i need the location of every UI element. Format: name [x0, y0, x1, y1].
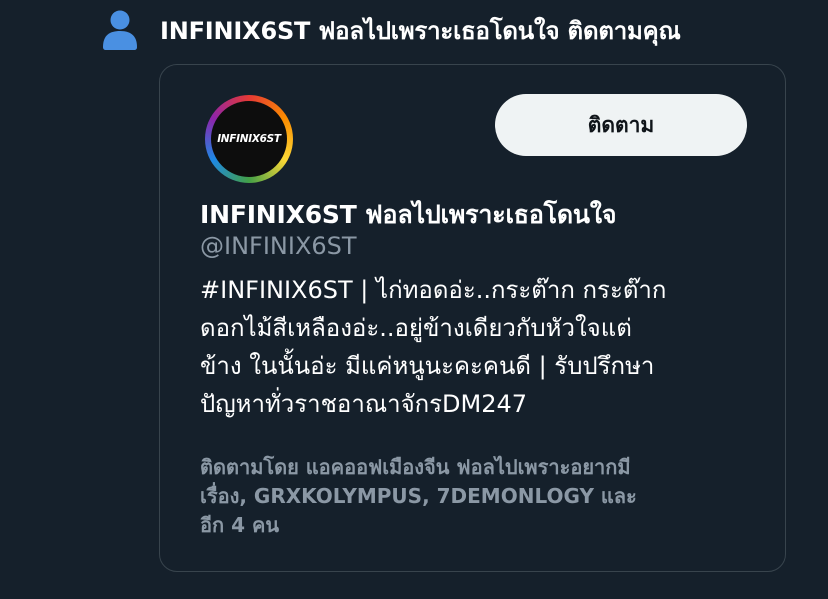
followed-by-line: ติดตามโดย แอคออฟเมืองจีน ฟอลไปเพราะอยากม…	[200, 455, 631, 479]
follow-notification-header: INFINIX6ST ฟอลไปเพราะเธอโดนใจ ติดตามคุณ	[102, 6, 681, 54]
bio-line: ปัญหาทั่วราชอาณาจักรDM247	[200, 390, 528, 418]
notification-text[interactable]: INFINIX6ST ฟอลไปเพราะเธอโดนใจ ติดตามคุณ	[160, 11, 681, 50]
followed-by-line: อีก 4 คน	[200, 513, 280, 537]
user-card[interactable]: INFINIX6ST ติดตาม INFINIX6ST ฟอลไปเพราะเ…	[159, 64, 786, 572]
bio-line: #INFINIX6ST | ไก่ทอดอ่ะ..กระต๊าก กระต๊าก	[200, 276, 667, 304]
follow-button[interactable]: ติดตาม	[495, 94, 747, 156]
user-bio: #INFINIX6ST | ไก่ทอดอ่ะ..กระต๊าก กระต๊าก…	[200, 271, 760, 423]
user-handle[interactable]: @INFINIX6ST	[200, 232, 357, 260]
followed-by-line: เรื่อง, GRXKOLYMPUS, 7DEMONLOGY และ	[200, 484, 637, 508]
avatar[interactable]: INFINIX6ST	[205, 95, 293, 183]
avatar-label: INFINIX6ST	[217, 133, 281, 145]
person-icon	[103, 10, 137, 50]
bio-line: ข้าง ในนั้นอ่ะ มีแค่หนูนะคะคนดี | รับปรึ…	[200, 352, 655, 380]
followed-by-context[interactable]: ติดตามโดย แอคออฟเมืองจีน ฟอลไปเพราะอยากม…	[200, 453, 760, 540]
avatar-inner: INFINIX6ST	[211, 101, 287, 177]
bio-line: ดอกไม้สีเหลืองอ่ะ..อยู่ข้างเดียวกับหัวใจ…	[200, 314, 632, 342]
display-name[interactable]: INFINIX6ST ฟอลไปเพราะเธอโดนใจ	[200, 195, 616, 235]
